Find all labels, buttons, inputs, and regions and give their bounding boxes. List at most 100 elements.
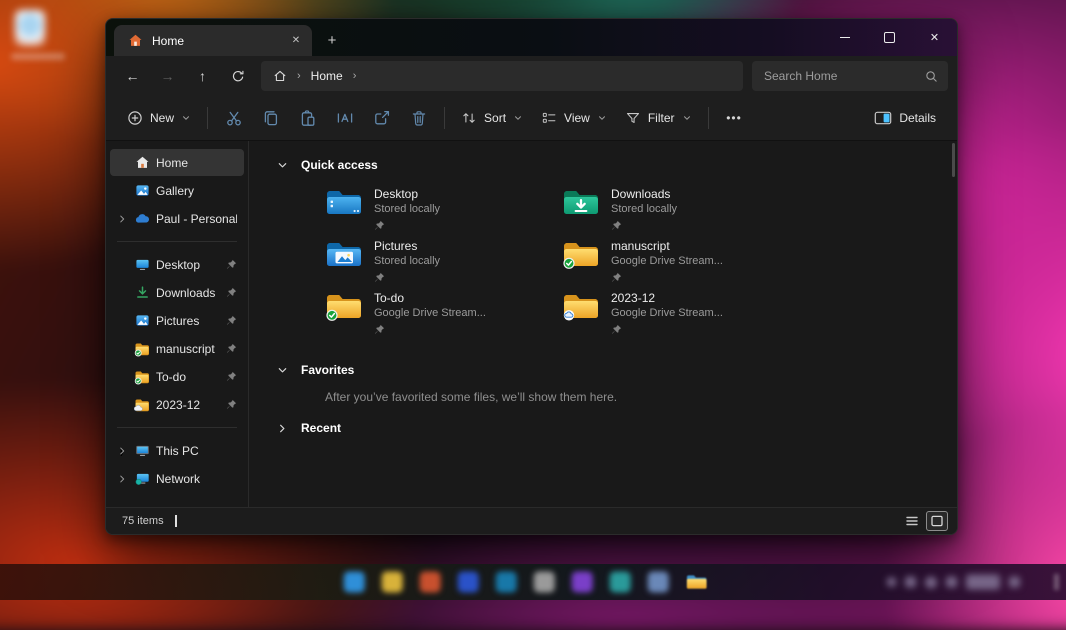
tray-chevron-icon[interactable] [887, 578, 896, 587]
taskbar-app-icon[interactable] [458, 572, 479, 593]
search-box[interactable] [752, 61, 948, 91]
pin-icon [611, 270, 723, 288]
filter-button-label: Filter [648, 111, 675, 125]
toolbar-divider [708, 107, 709, 129]
back-button[interactable]: ← [115, 61, 150, 91]
sidebar-item-manuscript[interactable]: manuscript [110, 335, 244, 362]
home-icon [133, 155, 151, 170]
tray-icon[interactable] [946, 577, 957, 588]
taskbar-system-tray[interactable] [887, 575, 1020, 590]
sidebar-item-downloads[interactable]: Downloads [110, 279, 244, 306]
taskbar-icon-file-explorer[interactable] [686, 573, 708, 592]
taskbar-app-icon[interactable] [496, 572, 517, 593]
rename-button[interactable] [326, 102, 363, 134]
view-button[interactable]: View [532, 102, 616, 134]
refresh-button[interactable] [220, 61, 255, 91]
expand-chevron-icon[interactable] [115, 446, 128, 456]
quick-access-item-downloads[interactable]: Downloads Stored locally [562, 185, 799, 237]
section-recent[interactable]: Recent [275, 417, 951, 439]
sidebar-item-home[interactable]: Home [110, 149, 244, 176]
sidebar-item-2023-12[interactable]: 2023-12 [110, 391, 244, 418]
taskbar-app-icon[interactable] [648, 572, 669, 593]
paste-icon [299, 109, 317, 127]
favorites-empty-hint: After you’ve favorited some files, we’ll… [325, 390, 951, 404]
search-input[interactable] [762, 68, 925, 84]
quick-access-item-2023-12[interactable]: 2023-12 Google Drive Stream... [562, 289, 799, 341]
paste-button[interactable] [289, 102, 326, 134]
share-button[interactable] [363, 102, 400, 134]
sort-button[interactable]: Sort [452, 102, 532, 134]
taskbar-app-icon[interactable] [344, 572, 365, 593]
sidebar-item-desktop[interactable]: Desktop [110, 251, 244, 278]
quick-access-item-desktop[interactable]: Desktop Stored locally [325, 185, 562, 237]
taskbar-app-icon[interactable] [420, 572, 441, 593]
details-view-button[interactable] [901, 511, 923, 531]
section-favorites[interactable]: Favorites [275, 359, 951, 381]
tray-notification-icon[interactable] [1009, 577, 1020, 588]
folder-synced-icon [562, 239, 600, 270]
details-pane-icon [874, 110, 892, 126]
pictures-icon [133, 313, 151, 328]
desktop-icon-recycle-bin[interactable] [15, 10, 45, 46]
refresh-icon [231, 69, 245, 83]
details-button[interactable]: Details [865, 102, 945, 134]
taskbar-app-icon[interactable] [382, 572, 403, 593]
chevron-down-icon[interactable] [275, 363, 289, 377]
quick-access-item-pictures[interactable]: Pictures Stored locally [325, 237, 562, 289]
section-quick-access[interactable]: Quick access [275, 154, 951, 176]
show-desktop-button[interactable] [1054, 574, 1059, 590]
sidebar-item-network[interactable]: Network [110, 465, 244, 492]
vertical-scrollbar[interactable] [952, 143, 955, 177]
taskbar [0, 564, 1066, 600]
minimize-button[interactable] [822, 19, 867, 56]
taskbar-app-icon[interactable] [534, 572, 555, 593]
thumbnail-view-button[interactable] [926, 511, 948, 531]
breadcrumb-separator: › [297, 70, 301, 82]
copy-button[interactable] [252, 102, 289, 134]
sidebar-item-this-pc[interactable]: This PC [110, 437, 244, 464]
forward-button[interactable]: → [150, 61, 185, 91]
share-icon [373, 109, 391, 127]
cut-button[interactable] [215, 102, 252, 134]
folder-synced-icon [133, 369, 151, 385]
tab-close-icon[interactable]: ✕ [286, 31, 306, 51]
up-button[interactable]: ↑ [185, 61, 220, 91]
more-options-button[interactable]: ••• [716, 102, 753, 134]
pin-icon [374, 270, 440, 288]
quick-access-grid: Desktop Stored locally Downloads Stored … [325, 185, 951, 341]
folder-synced-icon [325, 291, 363, 322]
expand-chevron-icon[interactable] [115, 474, 128, 484]
breadcrumb-item-home[interactable]: Home [311, 69, 343, 83]
downloads-icon [133, 285, 151, 300]
close-button[interactable]: ✕ [912, 19, 957, 56]
taskbar-app-icon[interactable] [572, 572, 593, 593]
status-divider [175, 515, 177, 527]
breadcrumb-separator: › [353, 70, 357, 82]
plus-circle-icon [127, 110, 143, 126]
maximize-button[interactable] [867, 19, 912, 56]
new-button[interactable]: New [118, 102, 200, 134]
new-tab-button[interactable]: + [318, 27, 346, 53]
pin-icon [226, 259, 237, 270]
sidebar-item-gallery[interactable]: Gallery [110, 177, 244, 204]
chevron-down-icon[interactable] [275, 158, 289, 172]
filter-button[interactable]: Filter [616, 102, 701, 134]
tab-home[interactable]: Home ✕ [114, 25, 312, 56]
taskbar-clock[interactable] [966, 575, 1000, 590]
trash-icon [410, 109, 428, 127]
breadcrumb[interactable]: › Home › [261, 61, 743, 91]
sidebar-item-pictures[interactable]: Pictures [110, 307, 244, 334]
sidebar-item-todo[interactable]: To-do [110, 363, 244, 390]
taskbar-app-icon[interactable] [610, 572, 631, 593]
sidebar-item-onedrive[interactable]: Paul - Personal [110, 205, 244, 232]
status-bar: 75 items [106, 507, 957, 534]
quick-access-item-manuscript[interactable]: manuscript Google Drive Stream... [562, 237, 799, 289]
chevron-right-icon[interactable] [275, 421, 289, 435]
expand-chevron-icon[interactable] [115, 214, 128, 224]
delete-button[interactable] [400, 102, 437, 134]
tray-icon[interactable] [925, 576, 937, 588]
filter-icon [625, 110, 641, 126]
quick-access-item-todo[interactable]: To-do Google Drive Stream... [325, 289, 562, 341]
tray-icon[interactable] [905, 577, 916, 588]
view-button-label: View [564, 111, 590, 125]
